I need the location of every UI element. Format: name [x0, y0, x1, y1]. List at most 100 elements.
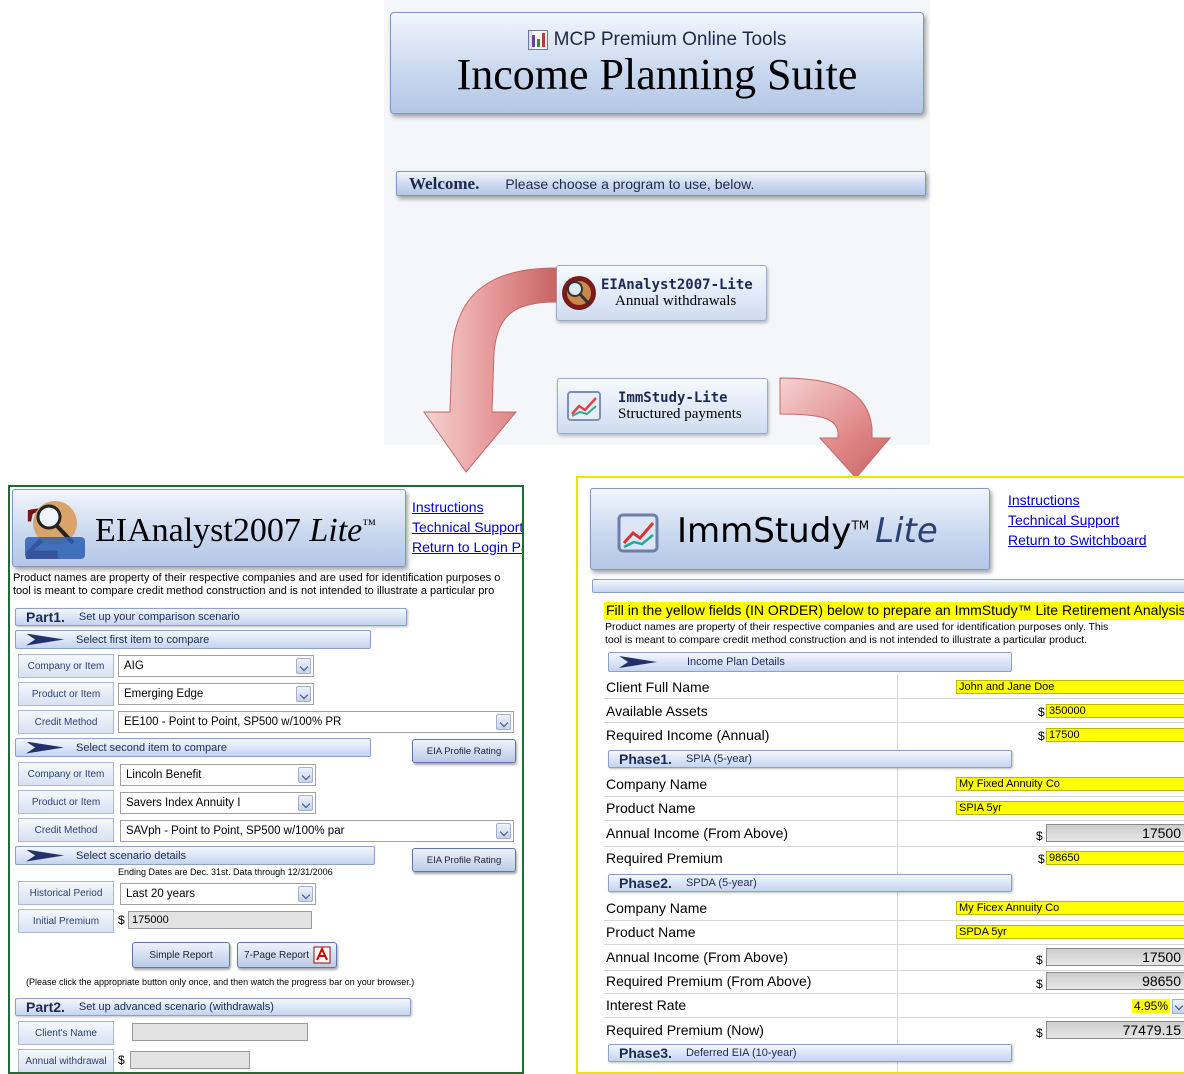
company-select-2[interactable]: Lincoln Benefit [120, 764, 316, 786]
phase2-premium-above-label: Required Premium (From Above) [606, 973, 812, 989]
phase2-annual-income-label: Annual Income (From Above) [606, 949, 789, 965]
chevron-right-icon [26, 849, 64, 862]
part2-header: Part2. Set up advanced scenario (withdra… [15, 998, 411, 1016]
eianalyst-program-button[interactable]: EIAnalyst2007-Lite Annual withdrawals [556, 265, 767, 321]
row-divider [604, 820, 1184, 821]
welcome-text: Please choose a program to use, below. [505, 175, 755, 192]
row-divider [604, 970, 1184, 971]
company-select-1[interactable]: AIG [118, 655, 314, 677]
credit-method-select-1[interactable]: EE100 - Point to Point, SP500 w/100% PR [118, 711, 514, 733]
phase1-number: Phase1. [619, 751, 672, 767]
historical-period-value: Last 20 years [126, 888, 196, 900]
immstudy-switchboard-link[interactable]: Return to Switchboard [1008, 530, 1147, 550]
phase3-header: Phase3. Deferred EIA (10-year) [608, 1044, 1012, 1062]
select-scenario-header: Select scenario details [15, 846, 375, 865]
seven-page-report-label: 7-Page Report [244, 949, 310, 961]
available-assets-input[interactable]: 350000 [1046, 704, 1184, 718]
suite-title: Income Planning Suite [456, 50, 858, 99]
immstudy-title-main: ImmStudy [677, 511, 852, 551]
eia-profile-rating-button-1[interactable]: EIA Profile Rating [412, 739, 516, 763]
part1-title: Set up your comparison scenario [78, 611, 240, 623]
eianalyst-logo-icon [562, 276, 596, 310]
phase1-company-input[interactable]: My Fixed Annuity Co [956, 777, 1184, 791]
yellow-instructions-header: Fill in the yellow fields (IN ORDER) bel… [604, 602, 1184, 620]
required-income-label: Required Income (Annual) [606, 727, 770, 743]
eianalyst-program-name: EIAnalyst2007-Lite [601, 276, 753, 293]
immstudy-support-link[interactable]: Technical Support [1008, 510, 1147, 530]
chevron-down-icon [298, 886, 313, 902]
pdf-icon [313, 946, 331, 964]
credit-method-select-2[interactable]: SAVph - Point to Point, SP500 w/100% par [120, 820, 514, 842]
part1-header: Part1. Set up your comparison scenario [15, 608, 407, 626]
phase1-required-premium-input[interactable]: 98650 [1046, 851, 1184, 865]
product-select-2[interactable]: Savers Index Annuity I [120, 792, 316, 814]
phase1-title: SPIA (5-year) [685, 753, 752, 765]
client-full-name-label: Client Full Name [606, 679, 710, 695]
phase3-number: Phase3. [619, 1045, 672, 1061]
annual-withdrawal-input[interactable] [130, 1051, 250, 1069]
phase2-title: SPDA (5-year) [685, 877, 757, 889]
chevron-down-icon [1172, 998, 1184, 1014]
interest-rate-value: 4.95% [1132, 999, 1171, 1013]
immstudy-instructions-link[interactable]: Instructions [1008, 490, 1147, 510]
client-full-name-input[interactable]: John and Jane Doe [956, 680, 1184, 694]
eianalyst-title-main: EIAnalyst2007 [95, 512, 301, 549]
historical-period-select[interactable]: Last 20 years [120, 883, 316, 905]
phase2-product-input[interactable]: SPDA 5yr [956, 925, 1184, 939]
immstudy-links: Instructions Technical Support Return to… [1008, 490, 1147, 550]
eia-profile-rating-button-2[interactable]: EIA Profile Rating [412, 848, 516, 872]
product-select-1[interactable]: Emerging Edge [118, 683, 314, 705]
client-name-label: Client's Name [18, 1021, 114, 1045]
welcome-label: Welcome. [409, 173, 480, 193]
phase2-company-label: Company Name [606, 900, 708, 916]
phase2-premium-now-label: Required Premium (Now) [606, 1022, 764, 1038]
eianalyst-big-logo-icon: 2 [23, 493, 85, 565]
product-label-2: Product or Item [18, 790, 114, 814]
phase2-premium-now-currency: $ [1036, 1026, 1043, 1040]
annual-withdrawal-label: Annual withdrawal [18, 1049, 114, 1072]
row-divider [604, 1017, 1184, 1018]
part2-title: Set up advanced scenario (withdrawals) [78, 1001, 274, 1013]
eianalyst-instructions-link[interactable]: Instructions [412, 497, 522, 517]
welcome-bar: Welcome. Please choose a program to use,… [396, 171, 926, 196]
row-divider [604, 796, 1184, 797]
row-divider [604, 993, 1184, 994]
eianalyst-disclaimer-2: tool is meant to compare credit method c… [13, 585, 495, 597]
chevron-right-icon [26, 633, 64, 646]
immstudy-disclaimer-2: tool is meant to compare credit method c… [605, 634, 1088, 646]
initial-premium-input[interactable]: 175000 [128, 911, 312, 929]
client-name-input[interactable] [132, 1023, 308, 1041]
phase1-required-premium-label: Required Premium [606, 850, 723, 866]
company-label-2: Company or Item [18, 762, 114, 786]
suite-subtitle-row: MCP Premium Online Tools [391, 29, 923, 51]
phase2-company-input[interactable]: My Ficex Annuity Co [956, 901, 1184, 915]
eianalyst-login-link[interactable]: Return to Login Pa [412, 537, 522, 557]
row-divider [604, 920, 1184, 921]
required-income-input[interactable]: 17500 [1046, 728, 1184, 742]
phase2-premium-above-currency: $ [1036, 977, 1043, 991]
chevron-right-icon [619, 656, 657, 668]
select-scenario-label: Select scenario details [76, 849, 187, 862]
chevron-down-icon [496, 714, 511, 730]
phase2-number: Phase2. [619, 875, 672, 891]
chevron-down-icon [496, 823, 511, 839]
eianalyst-title: EIAnalyst2007 Lite™ [95, 512, 376, 550]
chevron-right-icon [26, 741, 64, 754]
immstudy-divider-bar [592, 579, 1184, 593]
seven-page-report-button[interactable]: 7-Page Report [237, 942, 337, 968]
simple-report-button[interactable]: Simple Report [132, 942, 230, 968]
immstudy-title: ImmStudyTM Lite [677, 511, 938, 551]
credit-method-select-2-value: SAVph - Point to Point, SP500 w/100% par [126, 825, 345, 837]
eianalyst-panel: 2 EIAnalyst2007 Lite™ Instructions Techn… [8, 485, 524, 1074]
immstudy-program-desc: Structured payments [618, 405, 742, 422]
part1-number: Part1. [26, 609, 65, 625]
product-label-1: Product or Item [18, 682, 114, 706]
interest-rate-select[interactable]: 4.95% [1132, 997, 1184, 1015]
phase1-product-input[interactable]: SPIA 5yr [956, 801, 1184, 815]
eianalyst-support-link[interactable]: Technical Support [412, 517, 522, 537]
immstudy-program-button[interactable]: ImmStudy-Lite Structured payments [557, 378, 768, 434]
immstudy-panel: ImmStudyTM Lite Instructions Technical Su… [576, 476, 1184, 1074]
eianalyst-disclaimer-1: Product names are property of their resp… [13, 572, 501, 584]
immstudy-title-lite: Lite [875, 511, 938, 551]
historical-period-label: Historical Period [18, 881, 114, 905]
